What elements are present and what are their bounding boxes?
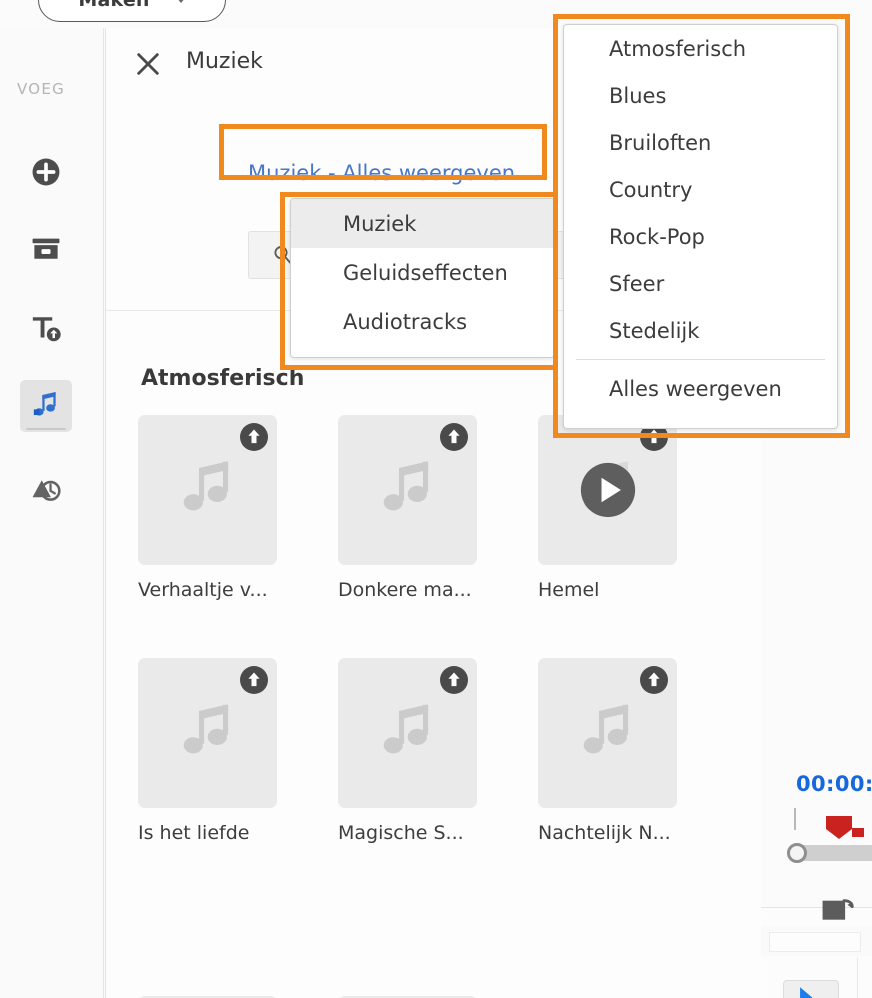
music-note-icon — [383, 461, 428, 511]
track-card[interactable]: Hemel — [538, 415, 677, 601]
category-heading: Atmosferisch — [141, 366, 305, 391]
sidebar-item-media[interactable] — [20, 224, 72, 276]
timeline-divider — [857, 958, 858, 998]
transition-icon — [32, 480, 61, 501]
genre-dropdown-menu: Atmosferisch Blues Bruiloften Country Ro… — [563, 24, 838, 429]
all-view-link[interactable]: Muziek - Alles weergeven — [248, 161, 515, 185]
maken-button[interactable]: Maken — [38, 0, 226, 22]
track-label: Nachtelijk N... — [538, 822, 671, 844]
timeline-clip-slot[interactable] — [769, 932, 861, 952]
track-card[interactable]: Donkere ma... — [338, 415, 477, 601]
track-card[interactable]: Verhaaltje v... — [138, 415, 277, 601]
track-thumbnail[interactable] — [538, 415, 677, 565]
genre-item-stedelijk[interactable]: Stedelijk — [564, 307, 837, 354]
track-thumbnail[interactable] — [338, 415, 477, 565]
type-dropdown-item-audiotracks[interactable]: Audiotracks — [291, 297, 554, 346]
genre-item-atmosferisch[interactable]: Atmosferisch — [564, 25, 837, 72]
music-note-icon — [183, 704, 228, 754]
type-dropdown-menu: Muziek Geluidseffecten Audiotracks — [290, 198, 555, 358]
type-dropdown-item-muziek[interactable]: Muziek — [291, 199, 554, 248]
music-note-icon — [383, 704, 428, 754]
track-label: Donkere ma... — [338, 579, 472, 601]
close-icon[interactable] — [134, 50, 162, 78]
download-circle-icon[interactable] — [238, 421, 270, 453]
text-tool-icon — [32, 317, 61, 342]
track-label: Magische S... — [338, 822, 464, 844]
sidebar-item-music[interactable] — [20, 380, 72, 432]
track-label: Is het liefde — [138, 822, 250, 844]
maken-button-label: Maken — [78, 0, 150, 11]
genre-item-alles-weergeven[interactable]: Alles weergeven — [564, 365, 837, 412]
rail-section-label: VOEG — [17, 80, 66, 98]
track-card[interactable]: Is het liefde — [138, 658, 277, 844]
genre-item-country[interactable]: Country — [564, 166, 837, 213]
panel-title: Muziek — [186, 49, 263, 74]
track-thumbnail[interactable] — [138, 415, 277, 565]
track-thumbnail[interactable] — [538, 658, 677, 808]
track-grid-row: Verhaaltje v... Donkere ma... Hemel — [138, 415, 758, 601]
app-window: Maken VOEG Muziek Muziek - Alles weergev… — [0, 0, 872, 998]
download-circle-icon[interactable] — [238, 664, 270, 696]
music-note-icon — [33, 391, 56, 416]
archive-box-icon — [32, 238, 60, 259]
genre-item-blues[interactable]: Blues — [564, 72, 837, 119]
download-circle-icon[interactable] — [438, 664, 470, 696]
timeline-tick — [794, 808, 796, 830]
track-card[interactable]: Nachtelijk N... — [538, 658, 677, 844]
left-icon-rail: VOEG — [0, 28, 104, 998]
track-thumbnail[interactable] — [138, 658, 277, 808]
genre-dropdown-separator — [576, 359, 825, 360]
plus-circle-icon — [32, 158, 60, 186]
download-circle-icon[interactable] — [638, 664, 670, 696]
zoom-slider-knob[interactable] — [787, 843, 807, 863]
playhead-marker-icon[interactable] — [824, 814, 866, 848]
track-label: Hemel — [538, 579, 600, 601]
music-note-icon — [183, 461, 228, 511]
play-icon[interactable] — [577, 459, 639, 521]
track-thumbnail[interactable] — [338, 658, 477, 808]
sidebar-item-text[interactable] — [20, 302, 72, 354]
genre-item-rock-pop[interactable]: Rock-Pop — [564, 213, 837, 260]
track-grid-row: Is het liefde Magische S... Nachtelijk N… — [138, 658, 758, 844]
track-card[interactable]: Magische S... — [338, 658, 477, 844]
timecode-display: 00:00: — [796, 772, 872, 796]
music-note-icon — [583, 704, 628, 754]
track-label: Verhaaltje v... — [138, 579, 268, 601]
sidebar-item-add[interactable] — [20, 146, 72, 198]
crop-rotate-icon[interactable] — [819, 890, 857, 928]
type-dropdown-item-geluidseffecten[interactable]: Geluidseffecten — [291, 248, 554, 297]
genre-item-sfeer[interactable]: Sfeer — [564, 260, 837, 307]
cursor-arrow-icon — [800, 987, 813, 998]
genre-item-bruiloften[interactable]: Bruiloften — [564, 119, 837, 166]
select-tool-button[interactable] — [783, 980, 839, 998]
download-circle-icon[interactable] — [438, 421, 470, 453]
sidebar-item-transition[interactable] — [20, 462, 72, 514]
chevron-down-icon — [175, 0, 186, 3]
track-grid: Verhaaltje v... Donkere ma... Hemel Is h… — [138, 415, 758, 874]
